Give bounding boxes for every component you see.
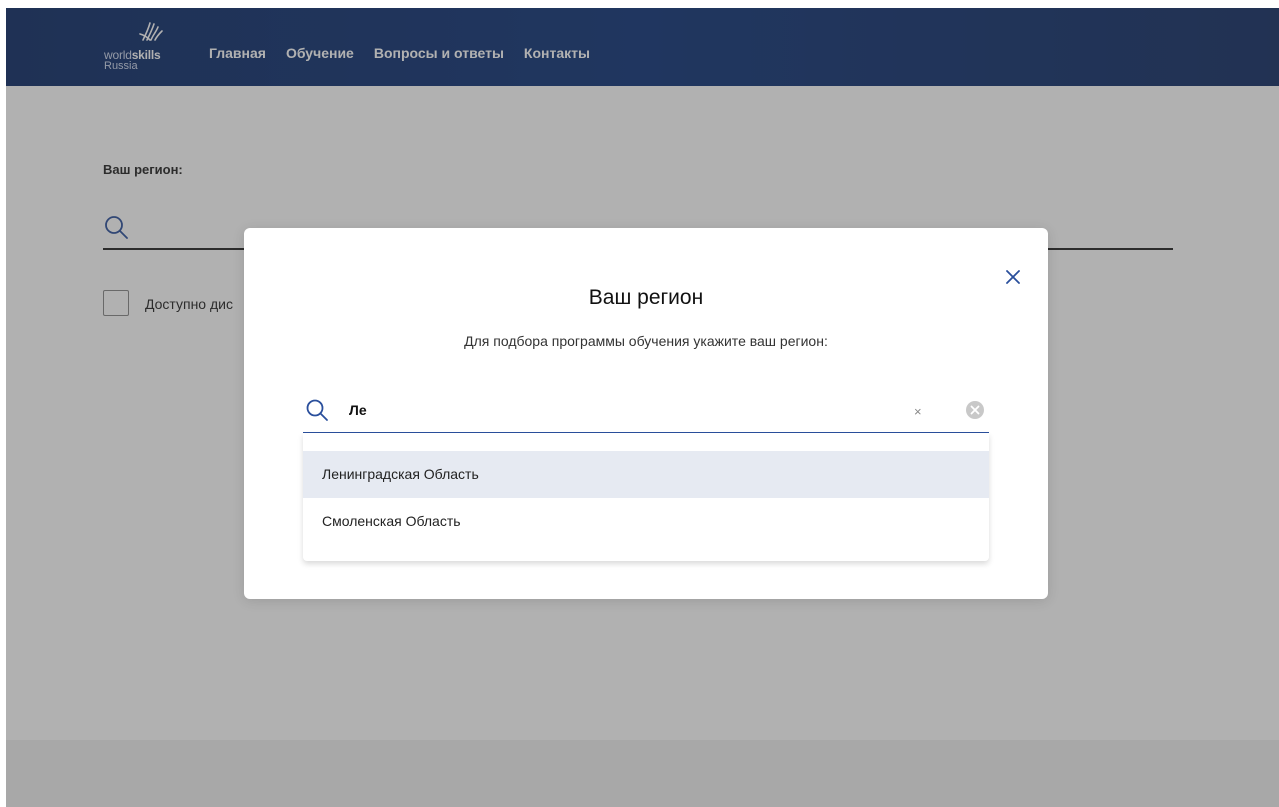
close-icon[interactable] bbox=[1004, 268, 1022, 286]
suggestion-item-smolensk[interactable]: Смоленская Область bbox=[303, 498, 989, 545]
region-suggestions: Ленинградская Область Смоленская Область bbox=[303, 433, 989, 561]
search-icon bbox=[306, 399, 328, 421]
modal-title: Ваш регион bbox=[588, 286, 704, 309]
page: worldskills Russia Главная Обучение Вопр… bbox=[0, 0, 1279, 807]
suggestion-item-leningrad[interactable]: Ленинградская Область bbox=[303, 451, 989, 498]
clear-text-icon[interactable]: × bbox=[914, 404, 922, 419]
modal-subtitle: Для подбора программы обучения укажите в… bbox=[464, 333, 828, 349]
clear-circle-icon[interactable] bbox=[965, 400, 985, 420]
region-modal: Ваш регион Для подбора программы обучени… bbox=[244, 228, 1048, 599]
region-search-field: × bbox=[303, 394, 989, 434]
region-search-input[interactable] bbox=[349, 402, 889, 418]
